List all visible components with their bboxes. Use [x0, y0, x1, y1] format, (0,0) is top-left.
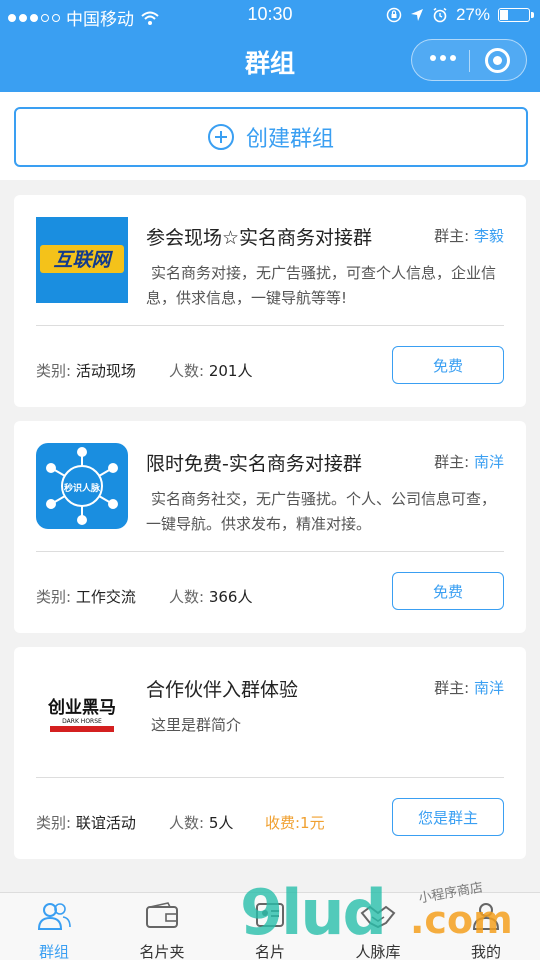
svg-text:创业黑马: 创业黑马 [47, 697, 116, 718]
group-category: 类别: 工作交流 [36, 588, 136, 606]
group-logo-miaoshi: 秒识人脉 [36, 443, 128, 529]
join-free-button[interactable]: 免费 [392, 346, 504, 384]
group-category: 类别: 活动现场 [36, 362, 136, 380]
group-icon [37, 903, 71, 930]
group-description: 实名商务对接，无广告骚扰，可查个人信息，企业信息，供求信息，一键导航等等! [146, 264, 497, 307]
close-mini-program-icon[interactable] [485, 48, 510, 73]
person-icon [472, 903, 500, 930]
svg-text:互联网: 互联网 [53, 249, 113, 271]
create-group-label: 创建群组 [245, 127, 334, 152]
divider [36, 551, 504, 552]
group-logo-hulianwang: 互联网 [36, 217, 128, 303]
plus-circle-icon [207, 124, 234, 150]
group-fee: 收费:1元 [265, 814, 325, 832]
divider [36, 777, 504, 778]
group-member-count: 人数: 5人 [169, 814, 234, 832]
group-owner: 群主: 南洋 [434, 679, 504, 697]
handshake-icon [360, 905, 396, 929]
owner-status-button[interactable]: 您是群主 [392, 798, 504, 836]
owner-name-link[interactable]: 南洋 [474, 453, 504, 471]
location-icon [410, 9, 423, 21]
svg-text:秒识人脉: 秒识人脉 [64, 482, 101, 494]
group-description: 实名商务社交，无广告骚扰。个人、公司信息可查，一键导航。供求发布，精准对接。 [146, 490, 497, 533]
tab-business-card[interactable]: 名片 [216, 893, 324, 960]
mini-program-capsule [411, 39, 527, 81]
owner-name-link[interactable]: 李毅 [474, 227, 504, 245]
group-owner: 群主: 李毅 [434, 227, 504, 245]
group-owner: 群主: 南洋 [434, 453, 504, 471]
owner-name-link[interactable]: 南洋 [474, 679, 504, 697]
battery-percent: 27% [455, 5, 490, 24]
group-name: 合作伙伴入群体验 [146, 679, 299, 701]
group-category: 类别: 联谊活动 [36, 814, 136, 832]
battery-icon [498, 8, 534, 22]
group-member-count: 人数: 366人 [169, 588, 253, 606]
create-group-section: 创建群组 [0, 92, 540, 180]
card-icon [256, 903, 284, 927]
tab-mine[interactable]: 我的 [432, 893, 540, 960]
group-name: 参会现场☆实名商务对接群 [146, 227, 373, 249]
create-group-button[interactable]: 创建群组 [14, 107, 528, 167]
group-card[interactable]: 秒识人脉 限时免费-实名商务对接群 群主: 南洋 实名商务社交，无广告骚扰。个人… [14, 421, 526, 633]
group-name: 限时免费-实名商务对接群 [146, 453, 362, 475]
group-card[interactable]: 互联网 参会现场☆实名商务对接群 群主: 李毅 实名商务对接，无广告骚扰，可查个… [14, 195, 526, 407]
svg-text:DARK HORSE: DARK HORSE [62, 718, 102, 725]
divider [36, 325, 504, 326]
group-description: 这里是群简介 [151, 716, 242, 734]
status-bar: 中国移动 10:30 27% [0, 0, 540, 30]
group-card[interactable]: 创业黑马 DARK HORSE 合作伙伴入群体验 群主: 南洋 这里是群简介 类… [14, 647, 526, 859]
group-logo-dark-horse: 创业黑马 DARK HORSE [36, 669, 128, 755]
navigation-bar: 群组 [0, 30, 540, 92]
wallet-icon [146, 902, 178, 928]
tab-contacts-library[interactable]: 人脉库 [324, 893, 432, 960]
group-member-count: 人数: 201人 [169, 362, 253, 380]
rotation-lock-icon [386, 7, 402, 23]
tab-bar: 群组 名片夹 名片 人脉库 我的 [0, 892, 540, 960]
tab-groups[interactable]: 群组 [0, 893, 108, 960]
tab-card-holder[interactable]: 名片夹 [108, 893, 216, 960]
more-icon[interactable] [430, 55, 456, 61]
alarm-icon [433, 7, 447, 23]
join-free-button[interactable]: 免费 [392, 572, 504, 610]
